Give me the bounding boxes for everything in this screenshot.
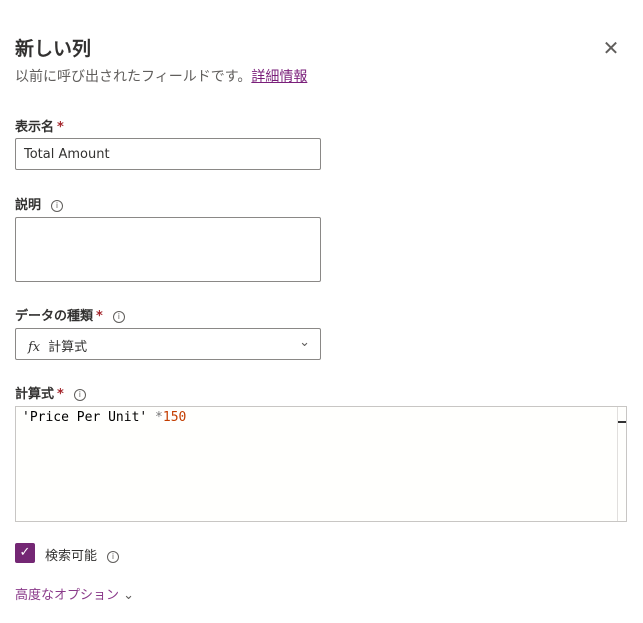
searchable-checkbox[interactable]: ✓	[15, 543, 35, 563]
info-icon[interactable]: i	[73, 389, 86, 401]
checkmark-icon: ✓	[19, 545, 31, 560]
info-icon[interactable]: i	[112, 311, 125, 323]
display-name-input[interactable]: Total Amount	[15, 138, 321, 170]
searchable-label: 検索可能 i	[45, 545, 120, 564]
data-type-label-text: データの種類	[15, 309, 94, 324]
formula-editor[interactable]: 'Price Per Unit' *150	[15, 406, 627, 522]
display-name-label: 表示名 *	[15, 116, 64, 135]
description-textarea[interactable]	[15, 217, 321, 282]
required-marker: *	[57, 120, 64, 135]
data-type-dropdown[interactable]: fx 計算式 ⌄	[15, 328, 321, 360]
fx-icon: fx	[28, 340, 41, 355]
formula-operator: *	[147, 410, 163, 425]
searchable-label-text: 検索可能	[45, 549, 98, 564]
panel-subtitle: 以前に呼び出されたフィールドです。詳細情報	[15, 66, 307, 86]
formula-label: 計算式 * i	[15, 383, 86, 402]
description-label-text: 説明	[15, 198, 42, 213]
panel-title: 新しい列	[15, 38, 92, 60]
data-type-label: データの種類 * i	[15, 305, 125, 324]
learn-more-link[interactable]: 詳細情報	[251, 69, 307, 85]
scrollbar[interactable]	[617, 407, 626, 521]
subtitle-text: 以前に呼び出されたフィールドです。	[15, 69, 252, 85]
display-name-label-text: 表示名	[15, 120, 55, 135]
chevron-down-icon: ⌄	[123, 588, 135, 603]
scrollbar-thumb[interactable]	[618, 421, 626, 423]
advanced-options-toggle[interactable]: 高度なオプション ⌄	[15, 584, 134, 603]
info-icon[interactable]: i	[107, 551, 120, 563]
description-label: 説明 i	[15, 194, 64, 213]
formula-string: 'Price Per Unit'	[22, 410, 148, 425]
chevron-down-icon: ⌄	[299, 335, 310, 350]
required-marker: *	[96, 309, 103, 324]
formula-label-text: 計算式	[15, 387, 55, 402]
info-icon[interactable]: i	[51, 200, 64, 212]
close-icon[interactable]: ✕	[601, 38, 621, 58]
formula-number: 150	[162, 410, 187, 425]
data-type-value: 計算式	[48, 340, 88, 355]
advanced-options-label: 高度なオプション	[15, 588, 120, 603]
required-marker: *	[57, 387, 64, 402]
